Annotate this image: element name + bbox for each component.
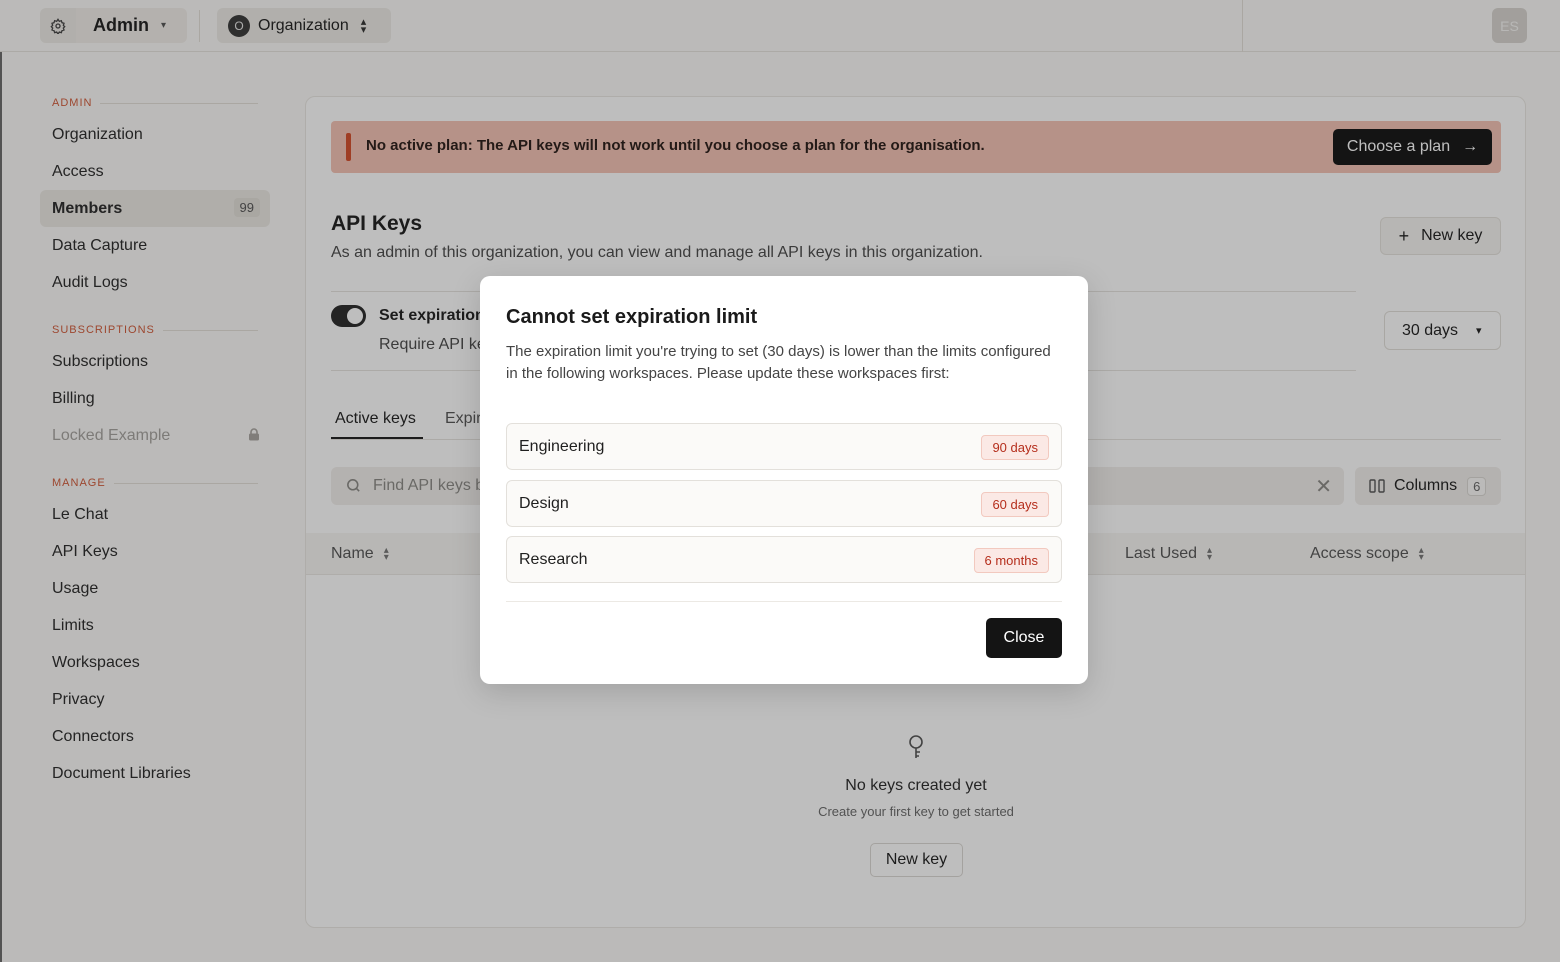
dialog-divider: [506, 601, 1062, 602]
expiration-limit-dialog: Cannot set expiration limit The expirati…: [480, 276, 1088, 684]
workspace-row: Research 6 months: [506, 536, 1062, 583]
workspace-limit-badge: 6 months: [973, 548, 1049, 573]
workspace-name: Design: [519, 495, 569, 512]
close-button[interactable]: Close: [986, 618, 1062, 658]
workspace-row: Engineering 90 days: [506, 423, 1062, 470]
workspace-name: Research: [519, 551, 588, 568]
workspace-row: Design 60 days: [506, 480, 1062, 527]
workspace-limit-badge: 90 days: [981, 435, 1049, 460]
dialog-description: The expiration limit you're trying to se…: [506, 343, 1051, 382]
workspace-name: Engineering: [519, 438, 605, 455]
dialog-title: Cannot set expiration limit: [506, 306, 758, 328]
workspace-limit-badge: 60 days: [981, 492, 1049, 517]
